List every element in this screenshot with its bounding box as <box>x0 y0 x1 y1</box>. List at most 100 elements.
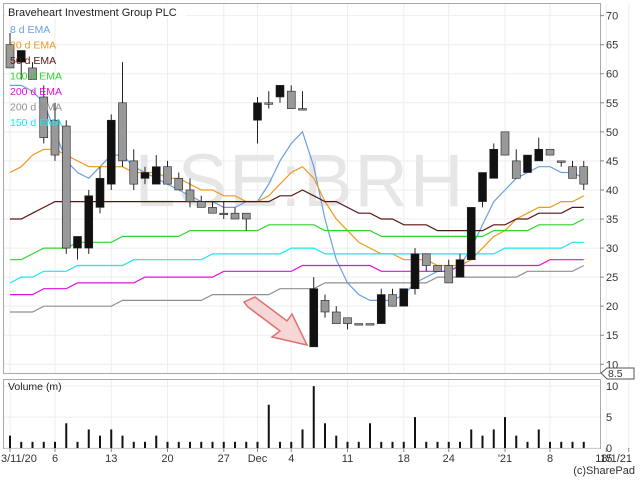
date-tick-label: 13 <box>105 453 117 465</box>
date-tick-label: 27 <box>218 453 230 465</box>
volume-bar <box>492 429 495 448</box>
candle-body <box>410 253 420 290</box>
volume-bar <box>121 435 124 448</box>
candle-body <box>196 201 206 208</box>
volume-bar <box>391 441 394 448</box>
candle-body <box>354 323 364 326</box>
legend-entry: 50 d EMA <box>10 55 56 67</box>
price-tick-label: 40 <box>606 185 618 197</box>
candle-body <box>455 259 465 278</box>
candle-body <box>241 212 251 220</box>
candle-body <box>365 323 375 326</box>
candle-body <box>343 317 352 324</box>
candle-body <box>421 253 431 266</box>
copyright: (c)SharePad <box>573 465 635 477</box>
candle-body <box>579 166 589 185</box>
candle <box>545 148 555 156</box>
volume-bar <box>177 441 180 448</box>
legend-entry: 200 d SMA <box>10 102 62 114</box>
volume-bar <box>166 441 169 448</box>
date-tick-label: '21 <box>498 453 512 465</box>
candle-body <box>309 288 319 348</box>
candle-body <box>73 236 82 249</box>
volume-bar <box>245 441 248 448</box>
candle-body <box>523 154 532 173</box>
volume-bar <box>87 429 90 448</box>
candle-body <box>174 178 184 191</box>
volume-bar <box>256 441 259 448</box>
volume-bar <box>324 423 326 448</box>
candle-body <box>264 102 274 105</box>
price-tick-label: 50 <box>606 127 618 139</box>
volume-bar <box>414 417 416 448</box>
candle-body <box>298 108 307 111</box>
candle-body <box>151 166 161 185</box>
price-tick-label: 65 <box>606 40 618 52</box>
candle-body <box>388 294 397 307</box>
candle-body <box>230 212 240 220</box>
current-price-tag: 8.5 <box>600 367 635 380</box>
volume-bar <box>234 441 236 448</box>
volume-bar <box>144 441 146 448</box>
volume-bar <box>54 441 56 448</box>
candle-body <box>275 85 285 98</box>
volume-bar <box>560 441 563 448</box>
volume-bar <box>357 441 360 448</box>
price-tick-label: 35 <box>606 214 618 226</box>
price-tick-label: 60 <box>606 69 618 81</box>
volume-bar <box>9 435 11 448</box>
candle-body <box>106 119 116 185</box>
candle-body <box>163 166 172 185</box>
date-tick-label: Dec <box>248 453 268 465</box>
candle <box>410 248 420 295</box>
candle-body <box>511 160 521 179</box>
current-price-value: 8.5 <box>608 368 623 380</box>
price-tick-label: 25 <box>606 272 618 284</box>
candle-body <box>489 148 499 179</box>
candle-body <box>500 131 510 156</box>
candle-body <box>466 207 476 260</box>
legend-entry: 8 d EMA <box>10 24 50 36</box>
volume-bar <box>31 441 34 448</box>
candle-body <box>129 160 139 185</box>
date-tick-label: 24 <box>443 453 455 465</box>
volume-bar <box>582 441 585 448</box>
volume-bar <box>549 441 551 448</box>
price-chart: LSE:BRH Braveheart Investment Group PLC … <box>1 3 635 477</box>
candle <box>523 154 532 173</box>
candle-body <box>84 195 94 249</box>
candle-body <box>95 178 105 208</box>
volume-bar <box>571 441 574 448</box>
volume-bar <box>436 441 439 448</box>
candle <box>84 189 94 254</box>
candle-body <box>433 265 442 272</box>
volume-bar <box>42 441 45 448</box>
candle <box>61 120 71 254</box>
price-tick-label: 30 <box>606 243 618 255</box>
date-tick-label: 18/1/21 <box>595 453 632 465</box>
volume-axis: 0510 <box>606 381 618 455</box>
candle-body <box>545 148 555 156</box>
volume-bar <box>290 441 293 448</box>
volume-bar <box>279 441 281 448</box>
candle <box>365 323 375 326</box>
volume-bar <box>312 386 315 448</box>
volume-bar <box>515 435 518 448</box>
volume-bar <box>222 441 225 448</box>
volume-bar <box>459 441 461 448</box>
volume-bar <box>132 441 135 448</box>
volume-tick-label: 5 <box>606 412 612 424</box>
candle-body <box>556 160 566 163</box>
volume-bar <box>346 441 349 448</box>
volume-bar <box>369 423 371 448</box>
volume-bar <box>526 441 529 448</box>
volume-bar <box>481 435 484 448</box>
volume-bar <box>99 435 101 448</box>
legend-entry: 100 d EMA <box>10 71 62 83</box>
volume-bar <box>76 441 79 448</box>
candle-body <box>219 212 229 215</box>
volume-bar <box>20 441 23 448</box>
volume-bar <box>470 429 473 448</box>
volume-bar <box>155 435 158 448</box>
volume-bar <box>267 404 270 448</box>
